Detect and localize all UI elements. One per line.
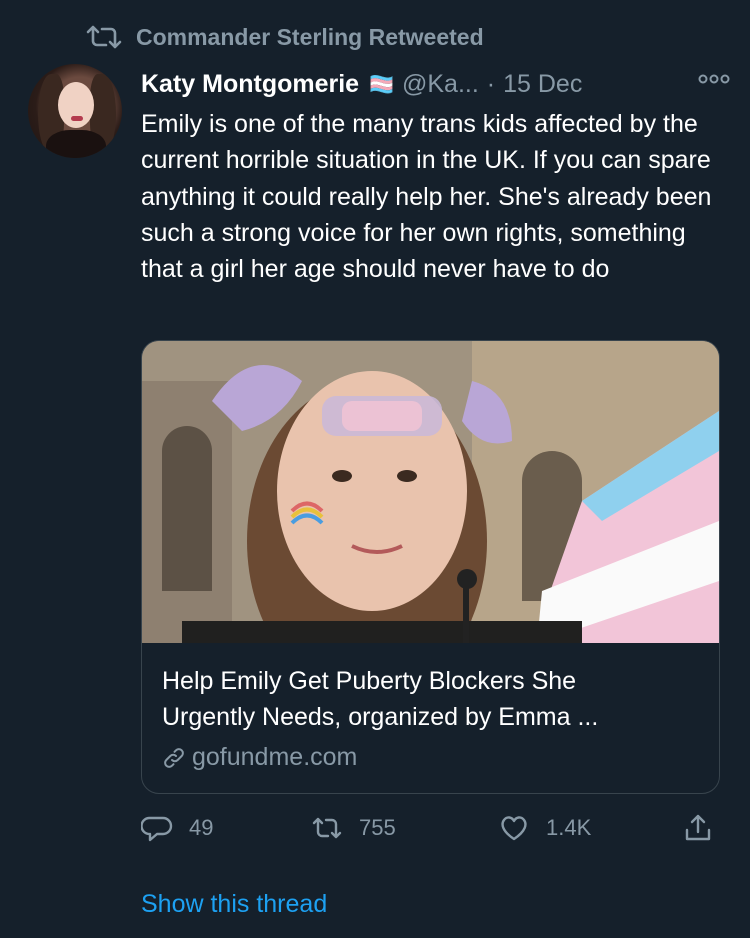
avatar-face [58,82,94,128]
show-thread-link[interactable]: Show this thread [141,890,327,919]
author-emoji: 🏳️‍⚧️ [369,73,394,96]
card-photo [142,341,719,643]
share-button[interactable] [682,812,714,844]
separator-dot: · [486,69,496,98]
card-domain: gofundme.com [162,743,702,772]
author-name[interactable]: Katy Montgomerie [141,70,359,99]
tweet-header: Katy Montgomerie 🏳️‍⚧️ @Ka... · 15 Dec [141,66,731,102]
tweet-actions: 49 755 1.4K [141,812,721,852]
link-card[interactable]: Help Emily Get Puberty Blockers She Urge… [141,340,720,794]
card-title-line: Urgently Needs, organized by Emma ... [162,703,599,731]
reply-icon [141,816,173,842]
link-icon [164,747,184,768]
retweet-count: 755 [359,815,396,840]
avatar-lips [71,116,83,121]
retweet-context[interactable]: Commander Sterling Retweeted [86,22,484,52]
card-title: Help Emily Get Puberty Blockers She Urge… [162,663,702,735]
like-icon [501,816,527,841]
tweet-date[interactable]: 15 Dec [503,70,582,99]
avatar-clothing [46,130,106,158]
retweet-button[interactable]: 755 [311,812,396,844]
card-body: Help Emily Get Puberty Blockers She Urge… [162,663,702,772]
retweet-icon [312,817,342,839]
reply-count: 49 [189,815,214,840]
tweet-text: Emily is one of the many trans kids affe… [141,110,719,284]
reply-button[interactable]: 49 [141,812,213,844]
like-button[interactable]: 1.4K [498,812,591,844]
author-handle[interactable]: @Ka... [402,70,479,99]
card-image [142,341,719,643]
more-icon[interactable] [697,66,731,92]
share-icon [685,814,711,841]
retweet-icon [86,25,122,49]
avatar[interactable] [28,64,122,158]
card-title-line: Help Emily Get Puberty Blockers She [162,667,577,695]
card-domain-text: gofundme.com [192,743,358,771]
retweet-label: Commander Sterling Retweeted [136,23,484,50]
like-count: 1.4K [546,815,592,840]
